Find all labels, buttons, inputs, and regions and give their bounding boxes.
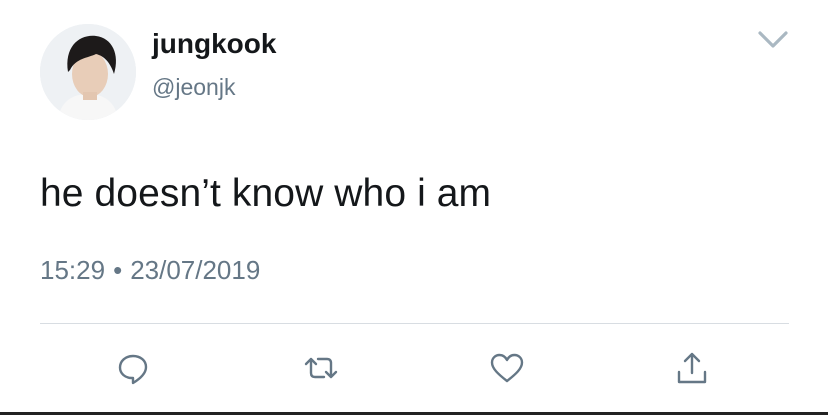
display-name[interactable]: jungkook [152, 28, 276, 60]
avatar[interactable] [40, 24, 136, 120]
tweet-text: he doesn’t know who i am [40, 172, 492, 215]
heart-icon [490, 353, 524, 383]
retweet-icon [304, 357, 338, 379]
divider [40, 323, 789, 324]
reply-button[interactable] [114, 349, 152, 387]
reply-icon [118, 354, 148, 385]
user-handle[interactable]: @jeonjk [152, 74, 235, 101]
meta-separator: • [113, 255, 123, 285]
like-button[interactable] [488, 349, 526, 387]
share-icon [677, 352, 707, 384]
avatar-photo [40, 24, 136, 120]
tweet-time: 15:29 [40, 255, 106, 285]
chevron-down-icon[interactable] [755, 26, 791, 54]
retweet-button[interactable] [302, 349, 340, 387]
tweet-timestamp[interactable]: 15:29 • 23/07/2019 [40, 255, 260, 286]
tweet-date: 23/07/2019 [130, 255, 261, 285]
share-button[interactable] [673, 349, 711, 387]
